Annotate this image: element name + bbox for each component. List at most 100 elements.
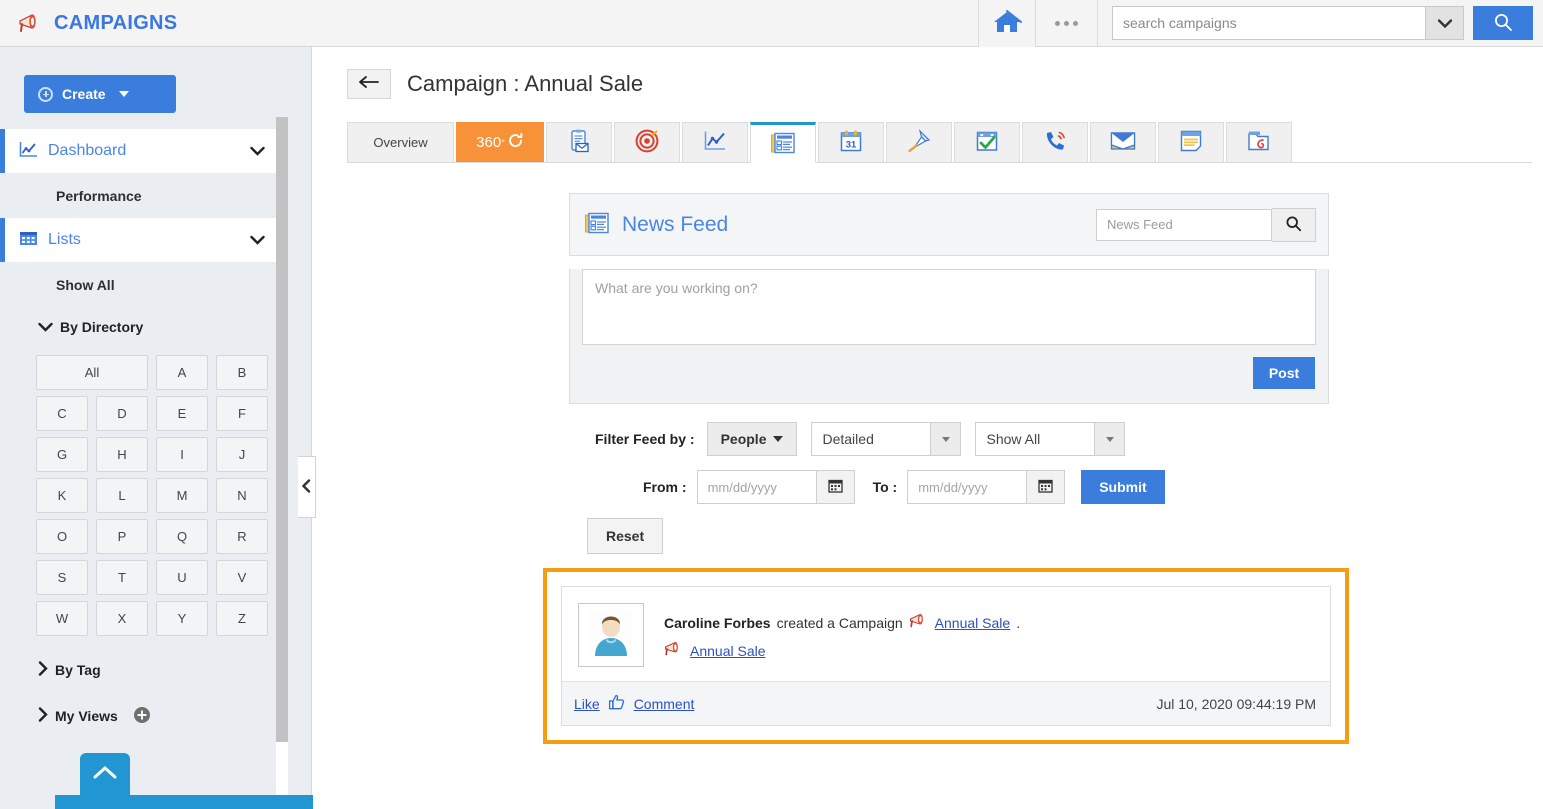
tab-pin[interactable]	[886, 122, 952, 162]
to-date-input[interactable]	[908, 471, 1027, 503]
directory-letter-a[interactable]: A	[156, 355, 208, 390]
sidebar-collapse-handle[interactable]	[298, 456, 316, 518]
tab-overview[interactable]: Overview	[347, 122, 454, 162]
tab-emails[interactable]	[1090, 122, 1156, 162]
sidebar-group-my-views[interactable]: My Views	[0, 696, 311, 736]
directory-letter-v[interactable]: V	[216, 560, 268, 595]
directory-letter-d[interactable]: D	[96, 396, 148, 431]
chevron-down-icon[interactable]	[250, 233, 265, 248]
degree-symbol: °	[501, 137, 505, 148]
directory-letter-s[interactable]: S	[36, 560, 88, 595]
sidebar-scrollbar-thumb[interactable]	[276, 117, 288, 742]
to-calendar-button[interactable]	[1026, 471, 1065, 503]
tab-notes[interactable]	[1158, 122, 1224, 162]
filter-people-button[interactable]: People	[706, 422, 798, 456]
directory-letter-j[interactable]: J	[216, 437, 268, 472]
directory-letter-c[interactable]: C	[36, 396, 88, 431]
tab-notes-clipboard[interactable]	[546, 122, 612, 162]
sidebar-item-performance-label: Performance	[56, 187, 142, 204]
like-button[interactable]: Like	[574, 696, 600, 712]
tab-analytics[interactable]	[682, 122, 748, 162]
more-dots-icon	[1073, 20, 1078, 26]
tab-attachments[interactable]	[1226, 122, 1292, 162]
filter-showall-select[interactable]: Show All	[975, 422, 1126, 456]
search-scope-dropdown[interactable]	[1425, 7, 1463, 39]
sidebar-group-by-tag[interactable]: By Tag	[0, 650, 311, 690]
directory-letter-f[interactable]: F	[216, 396, 268, 431]
directory-letter-o[interactable]: O	[36, 519, 88, 554]
from-date-input[interactable]	[697, 471, 816, 503]
submit-button[interactable]: Submit	[1081, 470, 1165, 504]
feed-post: Caroline Forbes created a Campaign Annua…	[561, 586, 1331, 726]
directory-letter-g[interactable]: G	[36, 437, 88, 472]
create-button[interactable]: Create	[24, 75, 176, 113]
reset-button[interactable]: Reset	[587, 518, 664, 554]
directory-letter-m[interactable]: M	[156, 478, 208, 513]
directory-letter-r[interactable]: R	[216, 519, 268, 554]
directory-letter-k[interactable]: K	[36, 478, 88, 513]
sidebar-item-show-all[interactable]: Show All	[0, 262, 311, 307]
more-button[interactable]	[1036, 0, 1098, 47]
grid-table-icon	[19, 230, 38, 250]
directory-letter-q[interactable]: Q	[156, 519, 208, 554]
tab-news-feed[interactable]	[750, 122, 816, 163]
caret-down-icon	[118, 91, 129, 97]
more-dots-icon	[1055, 20, 1060, 26]
from-calendar-button[interactable]	[815, 471, 854, 503]
news-feed-search-button[interactable]	[1272, 207, 1316, 242]
phone-call-icon	[1043, 129, 1067, 156]
sidebar-item-performance[interactable]: Performance	[0, 173, 311, 218]
chevron-down-icon	[930, 423, 961, 455]
directory-letter-l[interactable]: L	[96, 478, 148, 513]
sidebar-nav: Dashboard Performance Lists Show All By …	[0, 129, 311, 736]
bottom-panel-toggle[interactable]	[80, 753, 130, 795]
chevron-down-icon	[1437, 16, 1452, 31]
directory-letter-all[interactable]: All	[36, 355, 148, 390]
directory-letter-u[interactable]: U	[156, 560, 208, 595]
chevron-left-icon	[301, 478, 311, 496]
sidebar-item-dashboard[interactable]: Dashboard	[0, 129, 277, 173]
post-button[interactable]: Post	[1253, 357, 1315, 389]
directory-letter-p[interactable]: P	[96, 519, 148, 554]
add-view-button[interactable]	[133, 706, 151, 727]
directory-letter-n[interactable]: N	[216, 478, 268, 513]
refresh-360-icon	[507, 132, 524, 153]
filter-row-reset: Reset	[569, 518, 1329, 554]
directory-letter-t[interactable]: T	[96, 560, 148, 595]
directory-letter-i[interactable]: I	[156, 437, 208, 472]
search-submit-button[interactable]	[1473, 6, 1533, 40]
directory-letter-x[interactable]: X	[96, 601, 148, 636]
directory-letter-y[interactable]: Y	[156, 601, 208, 636]
feed-post-attached-link[interactable]: Annual Sale	[690, 637, 766, 665]
comment-button[interactable]: Comment	[634, 696, 695, 712]
news-feed-icon	[770, 132, 796, 157]
directory-letter-e[interactable]: E	[156, 396, 208, 431]
user-avatar-icon	[589, 609, 633, 661]
feed-post-entity-link[interactable]: Annual Sale	[935, 609, 1011, 637]
search-box	[1112, 6, 1464, 40]
feed-post-action: created a Campaign	[776, 615, 903, 631]
feed-post-timestamp: Jul 10, 2020 09:44:19 PM	[1156, 695, 1316, 712]
sidebar-item-lists[interactable]: Lists	[0, 218, 277, 262]
tab-calendar[interactable]: 31	[818, 122, 884, 162]
sidebar-group-by-directory[interactable]: By Directory	[0, 307, 311, 347]
filter-detail-select[interactable]: Detailed	[811, 422, 962, 456]
news-feed-icon	[584, 211, 610, 238]
news-feed-search-input[interactable]	[1096, 208, 1272, 241]
home-icon	[992, 9, 1022, 38]
feed-post-footer: Like Comment Jul 10, 2020 09:44:19 PM	[562, 681, 1330, 725]
chevron-down-icon[interactable]	[250, 144, 265, 159]
post-composer-textarea[interactable]	[582, 269, 1316, 345]
tab-tasks[interactable]	[954, 122, 1020, 162]
directory-letter-z[interactable]: Z	[216, 601, 268, 636]
search-input[interactable]	[1113, 7, 1425, 39]
home-button[interactable]	[978, 0, 1036, 47]
directory-letter-b[interactable]: B	[216, 355, 268, 390]
directory-letter-w[interactable]: W	[36, 601, 88, 636]
directory-letter-h[interactable]: H	[96, 437, 148, 472]
tab-target[interactable]	[614, 122, 680, 162]
tab-calls[interactable]	[1022, 122, 1088, 162]
arrow-left-icon	[358, 74, 380, 94]
tab-360[interactable]: 360 °	[456, 122, 544, 162]
back-button[interactable]	[347, 69, 391, 99]
